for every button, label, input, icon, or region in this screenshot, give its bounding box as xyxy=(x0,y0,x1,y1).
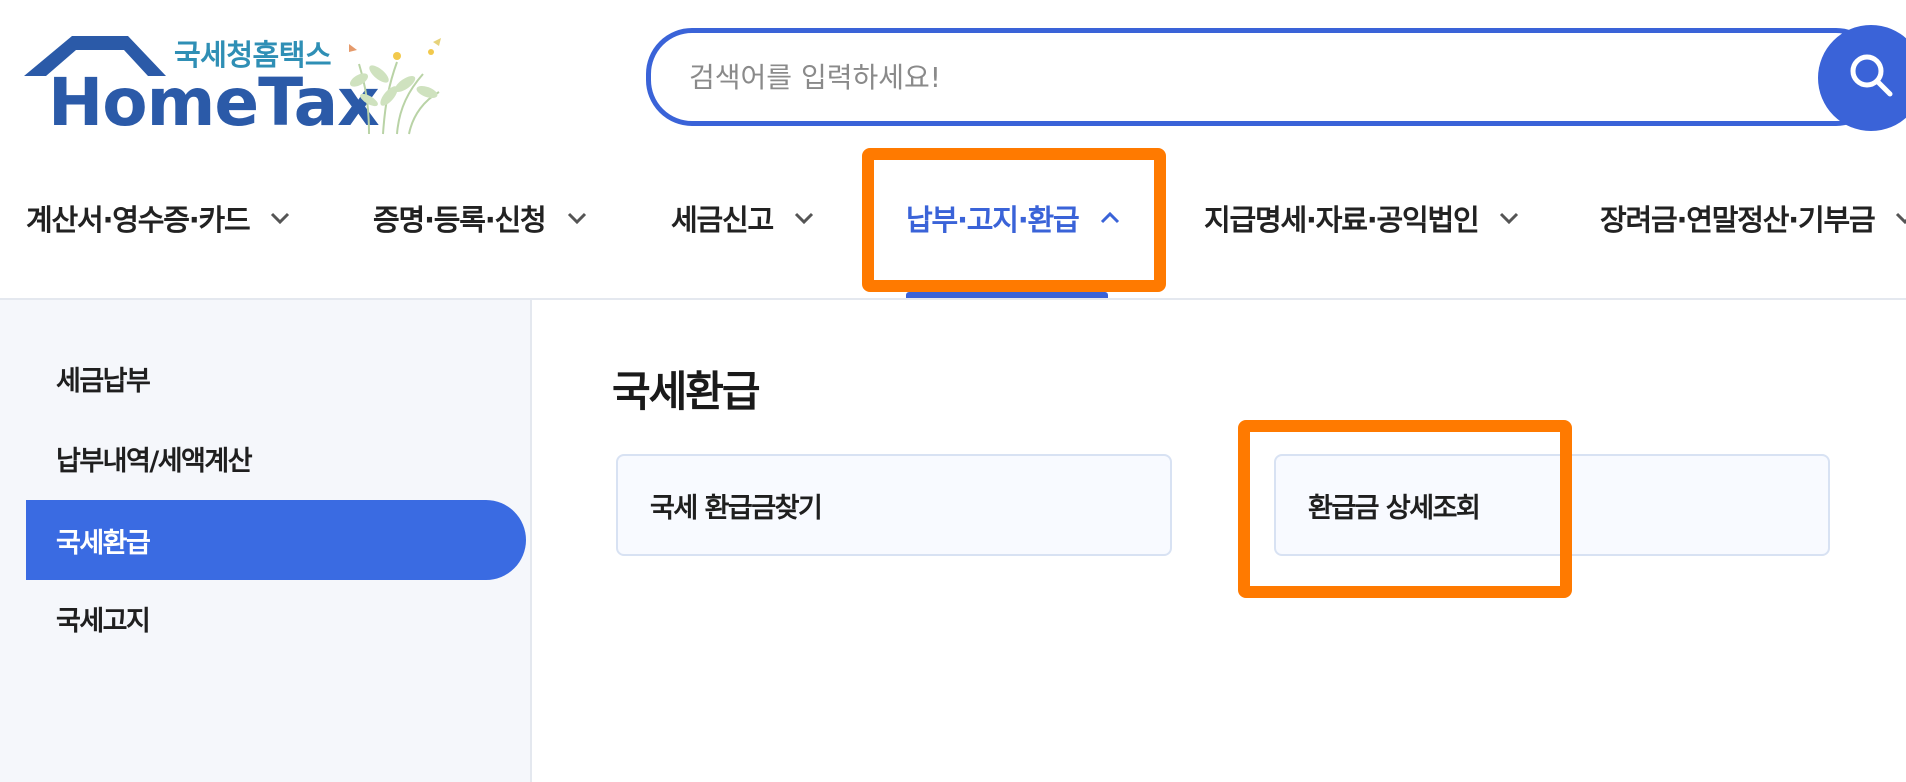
search-bar xyxy=(646,25,1906,131)
nav-item-tax-filing[interactable]: 세금신고 xyxy=(671,190,815,246)
chevron-up-icon xyxy=(1100,211,1119,224)
side-nav-item-tax-notice[interactable]: 국세고지 xyxy=(26,578,526,658)
side-nav: 세금납부 납부내역/세액계산 국세환급 국세고지 xyxy=(0,300,532,782)
chevron-down-icon xyxy=(794,212,813,225)
search-icon xyxy=(1850,54,1893,97)
nav-item-certificate-registration[interactable]: 증명·등록·신청 xyxy=(373,190,588,246)
nav-item-payment-notice-refund[interactable]: 납부·고지·환급 xyxy=(906,190,1121,246)
side-nav-item-payment-history[interactable]: 납부내역/세액계산 xyxy=(26,418,526,498)
hometax-logo[interactable]: 국세청홈택스 HomeTax xyxy=(24,28,454,138)
nav-item-label: 지급명세·자료·공익법인 xyxy=(1204,203,1480,237)
nav-item-label: 장려금·연말정산·기부금 xyxy=(1600,203,1876,237)
nav-item-label: 납부·고지·환급 xyxy=(906,203,1080,237)
nav-item-label: 계산서·영수증·카드 xyxy=(26,203,251,237)
nav-item-label: 세금신고 xyxy=(671,203,774,237)
card-label: 환급금 상세조회 xyxy=(1308,492,1481,524)
plant-illustration-icon xyxy=(349,38,441,135)
header: 국세청홈택스 HomeTax 검색어를 입력하세요! 계산서·영수증·카드 증명… xyxy=(0,0,1906,298)
page-title: 국세환급 xyxy=(612,367,761,416)
side-nav-item-label: 국세환급 xyxy=(56,527,151,559)
nav-item-payment-statement[interactable]: 지급명세·자료·공익법인 xyxy=(1204,190,1520,246)
search-input[interactable] xyxy=(646,28,1882,126)
card-refund-detail-inquiry[interactable]: 환급금 상세조회 xyxy=(1274,454,1830,556)
side-nav-item-label: 세금납부 xyxy=(56,365,151,397)
logo-wordmark: HomeTax xyxy=(48,64,380,141)
card-label: 국세 환급금찾기 xyxy=(650,492,823,524)
chevron-down-icon xyxy=(1500,212,1519,225)
card-find-refund[interactable]: 국세 환급금찾기 xyxy=(616,454,1172,556)
nav-item-label: 증명·등록·신청 xyxy=(373,203,547,237)
nav-item-incentive-yearend-donation[interactable]: 장려금·연말정산·기부금 xyxy=(1600,190,1906,246)
main-content: 국세환급 국세 환급금찾기 환급금 상세조회 xyxy=(532,300,1906,782)
chevron-down-icon xyxy=(567,212,586,225)
nav-item-invoice-receipt-card[interactable]: 계산서·영수증·카드 xyxy=(26,190,291,246)
chevron-down-icon xyxy=(1896,212,1906,225)
side-nav-item-label: 납부내역/세액계산 xyxy=(56,445,253,477)
side-nav-item-label: 국세고지 xyxy=(56,605,151,637)
chevron-down-icon xyxy=(271,212,290,225)
main-nav: 계산서·영수증·카드 증명·등록·신청 세금신고 납부·고지·환급 지급명세·자… xyxy=(0,150,1906,298)
side-nav-item-national-tax-refund[interactable]: 국세환급 xyxy=(26,500,526,580)
side-nav-item-tax-payment[interactable]: 세금납부 xyxy=(26,338,526,418)
